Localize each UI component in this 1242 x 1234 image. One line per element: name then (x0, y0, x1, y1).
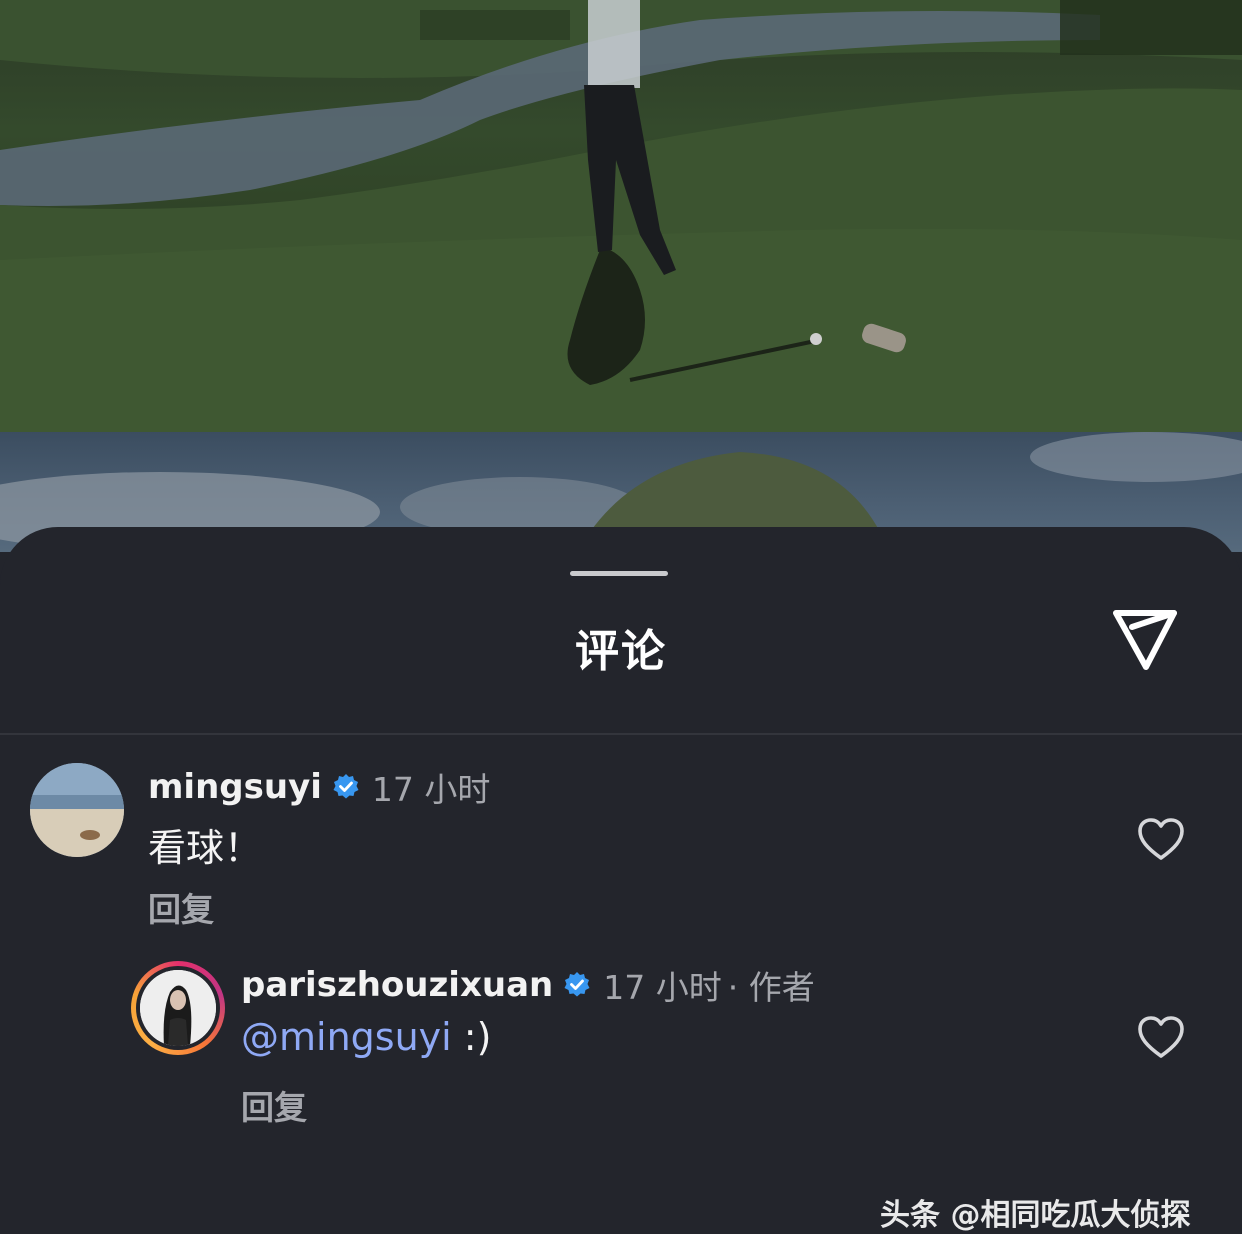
comment-timestamp: 17 小时 (371, 770, 491, 809)
sheet-title: 评论 (575, 626, 667, 677)
sheet-drag-handle[interactable] (570, 571, 668, 576)
share-button[interactable] (1108, 609, 1182, 675)
comment-text-body: :) (451, 1015, 492, 1059)
comment-text: 看球！ (148, 826, 263, 870)
avatar[interactable] (131, 961, 225, 1055)
heart-icon (1137, 1015, 1185, 1063)
comment-username[interactable]: pariszhouzixuan (241, 965, 553, 1005)
heart-icon (1137, 817, 1185, 865)
mention-link[interactable]: @mingsuyi (241, 1015, 452, 1059)
comment-username[interactable]: mingsuyi (148, 767, 322, 807)
watermark: 头条 @相同吃瓜大侦探 (880, 1198, 1191, 1233)
comment-timestamp: 17 小时 (603, 968, 722, 1007)
like-button[interactable] (1135, 1015, 1187, 1063)
send-icon (1112, 609, 1178, 675)
verified-badge-icon (563, 971, 591, 999)
reply-button[interactable]: 回复 (148, 883, 214, 931)
reply-button[interactable]: 回复 (241, 1081, 307, 1129)
verified-badge-icon (332, 773, 360, 801)
like-button[interactable] (1135, 817, 1187, 865)
avatar-photo (140, 970, 216, 1046)
header-divider (0, 733, 1242, 735)
comment-text: @mingsuyi :) (241, 1015, 491, 1059)
author-tag: · 作者 (727, 968, 815, 1007)
avatar[interactable] (30, 763, 124, 857)
background-photo-golf-course (0, 0, 1242, 432)
comments-sheet: 评论 mingsuyi 17 小时 看球！ 回复 pariszhouzixuan… (0, 527, 1242, 1208)
